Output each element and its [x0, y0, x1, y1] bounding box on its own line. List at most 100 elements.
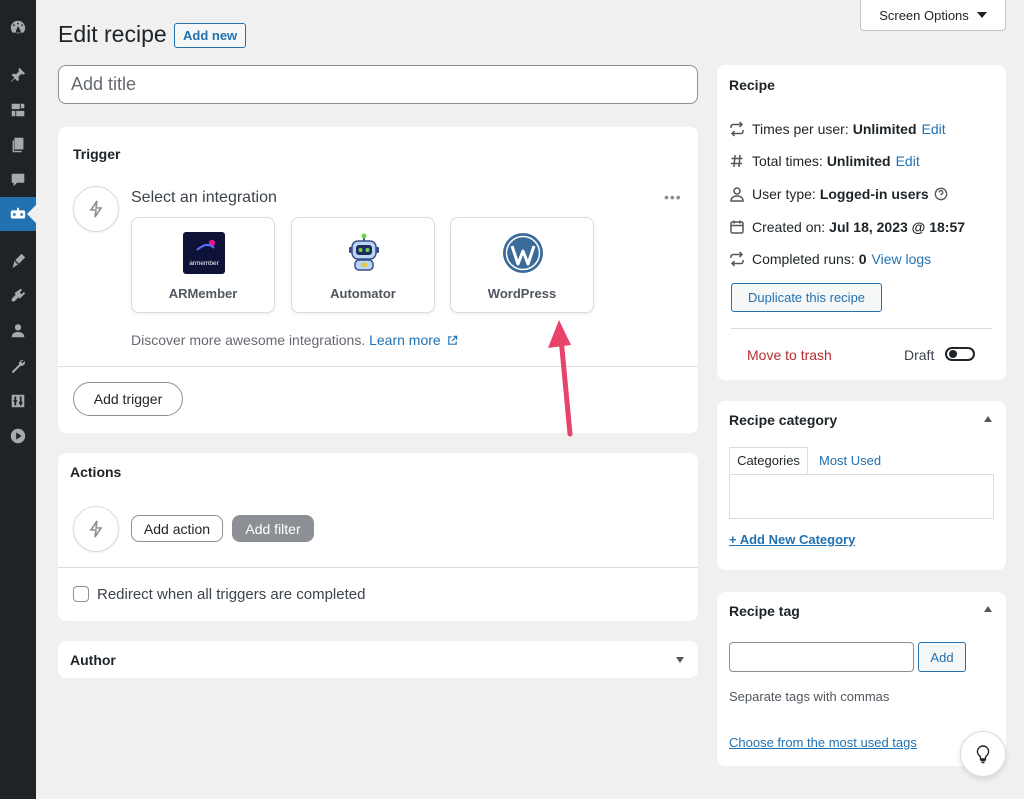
plugins-icon[interactable]	[0, 279, 36, 313]
trigger-bolt-icon	[73, 186, 119, 232]
actions-heading: Actions	[70, 464, 122, 480]
lightbulb-icon	[976, 745, 990, 764]
select-integration-label: Select an integration	[131, 189, 277, 206]
times-per-user-value: Unlimited	[852, 121, 917, 137]
trigger-heading: Trigger	[73, 146, 121, 162]
recipe-tag-box: Recipe tag Add Separate tags with commas…	[717, 592, 1006, 766]
completed-runs-row: Completed runs: 0 View logs	[729, 251, 931, 267]
recipe-status-label: Draft	[904, 347, 935, 363]
learn-more-link[interactable]: Learn more	[369, 332, 457, 348]
collapse-panel-icon[interactable]	[984, 606, 992, 612]
help-icon[interactable]	[934, 187, 948, 201]
automator-icon[interactable]	[0, 197, 36, 231]
discover-text: Discover more awesome integrations.	[131, 332, 366, 348]
recipe-status-toggle[interactable]	[945, 347, 975, 361]
wordpress-logo-icon	[502, 232, 544, 274]
discover-integrations-text: Discover more awesome integrations. Lear…	[131, 332, 458, 348]
integration-card-automator[interactable]: Automator	[291, 217, 435, 313]
choose-most-used-tags-link[interactable]: Choose from the most used tags	[729, 735, 917, 750]
dashboard-icon[interactable]	[0, 10, 36, 44]
add-action-button[interactable]: Add action	[131, 515, 223, 542]
times-per-user-label: Times per user:	[752, 121, 849, 137]
media-icon[interactable]	[0, 93, 36, 127]
times-per-user-row: Times per user: Unlimited Edit	[729, 121, 946, 137]
appearance-icon[interactable]	[0, 244, 36, 278]
add-new-button[interactable]: Add new	[174, 23, 247, 48]
created-on-row: Created on: Jul 18, 2023 @ 18:57	[729, 219, 965, 235]
edit-total-times-link[interactable]: Edit	[896, 153, 920, 169]
pages-icon[interactable]	[0, 128, 36, 162]
tag-help-text: Separate tags with commas	[729, 689, 890, 704]
trigger-panel: Trigger Select an integration ••• armemb…	[58, 127, 698, 433]
armember-logo-icon: armember	[183, 232, 225, 274]
divider	[58, 366, 698, 367]
caret-down-icon	[976, 12, 987, 18]
add-trigger-label: Add trigger	[93, 391, 163, 407]
add-tag-button[interactable]: Add	[918, 642, 966, 672]
collapse-panel-icon[interactable]	[984, 416, 992, 422]
add-filter-label: Add filter	[245, 520, 301, 537]
action-bolt-icon	[73, 506, 119, 552]
recipe-category-heading: Recipe category	[729, 412, 838, 428]
total-times-value: Unlimited	[826, 153, 891, 169]
add-filter-button[interactable]: Add filter	[232, 515, 314, 542]
tab-most-used[interactable]: Most Used	[819, 453, 881, 468]
screen-options-label: Screen Options	[879, 7, 969, 23]
tab-categories-label: Categories	[737, 453, 800, 468]
recipe-category-box: Recipe category Categories Most Used + A…	[717, 401, 1006, 570]
screen-options-button[interactable]: Screen Options	[860, 0, 1006, 31]
tag-input[interactable]	[729, 642, 914, 672]
author-panel[interactable]: Author	[58, 641, 698, 678]
edit-times-per-user-link[interactable]: Edit	[922, 121, 946, 137]
calendar-icon	[730, 220, 744, 234]
completed-runs-label: Completed runs:	[752, 251, 855, 267]
user-type-value: Logged-in users	[819, 186, 929, 202]
redirect-checkbox[interactable]	[73, 586, 89, 602]
external-link-icon	[447, 335, 457, 345]
admin-sidebar	[0, 0, 36, 799]
users-icon[interactable]	[0, 314, 36, 348]
page-title: Edit recipe	[58, 21, 167, 47]
user-type-label: User type:	[752, 186, 816, 202]
tools-icon[interactable]	[0, 349, 36, 383]
view-logs-link[interactable]: View logs	[872, 251, 932, 267]
total-times-row: Total times: Unlimited Edit	[729, 153, 920, 169]
add-trigger-button[interactable]: Add trigger	[73, 382, 183, 416]
integration-name: WordPress	[487, 286, 557, 301]
category-checklist[interactable]	[729, 474, 994, 519]
settings-icon[interactable]	[0, 384, 36, 418]
help-lightbulb-button[interactable]	[960, 731, 1006, 777]
add-tag-label: Add	[930, 649, 954, 665]
repeat-icon	[730, 251, 744, 267]
integration-card-armember[interactable]: armember ARMember	[131, 217, 275, 313]
recipe-box: Recipe Times per user: Unlimited Edit To…	[717, 65, 1006, 380]
play-icon[interactable]	[0, 419, 36, 453]
divider	[731, 328, 992, 329]
learn-more-label: Learn more	[369, 332, 441, 348]
user-icon	[730, 187, 744, 202]
integration-card-wordpress[interactable]: WordPress	[450, 217, 594, 313]
recipe-title-input[interactable]	[58, 65, 698, 104]
total-times-label: Total times:	[752, 153, 823, 169]
pin-icon[interactable]	[0, 58, 36, 92]
user-type-row: User type: Logged-in users	[729, 186, 955, 202]
move-to-trash-link[interactable]: Move to trash	[747, 347, 832, 363]
divider	[58, 567, 698, 568]
add-action-label: Add action	[143, 520, 211, 537]
active-menu-notch	[27, 205, 36, 223]
more-options-icon[interactable]: •••	[664, 189, 682, 205]
comments-icon[interactable]	[0, 163, 36, 197]
toggle-panel-icon[interactable]	[676, 657, 684, 663]
author-heading: Author	[70, 652, 116, 668]
completed-runs-value: 0	[858, 251, 867, 267]
hash-icon	[731, 154, 743, 168]
integration-name: ARMember	[168, 286, 238, 301]
created-on-label: Created on:	[752, 219, 826, 235]
tab-categories[interactable]: Categories	[729, 447, 808, 474]
svg-text:armember: armember	[189, 260, 219, 267]
repeat-icon	[730, 121, 744, 137]
duplicate-recipe-button[interactable]: Duplicate this recipe	[731, 283, 882, 312]
add-new-category-link[interactable]: + Add New Category	[729, 532, 855, 547]
redirect-label: Redirect when all triggers are completed	[97, 586, 366, 603]
duplicate-recipe-label: Duplicate this recipe	[747, 290, 866, 305]
